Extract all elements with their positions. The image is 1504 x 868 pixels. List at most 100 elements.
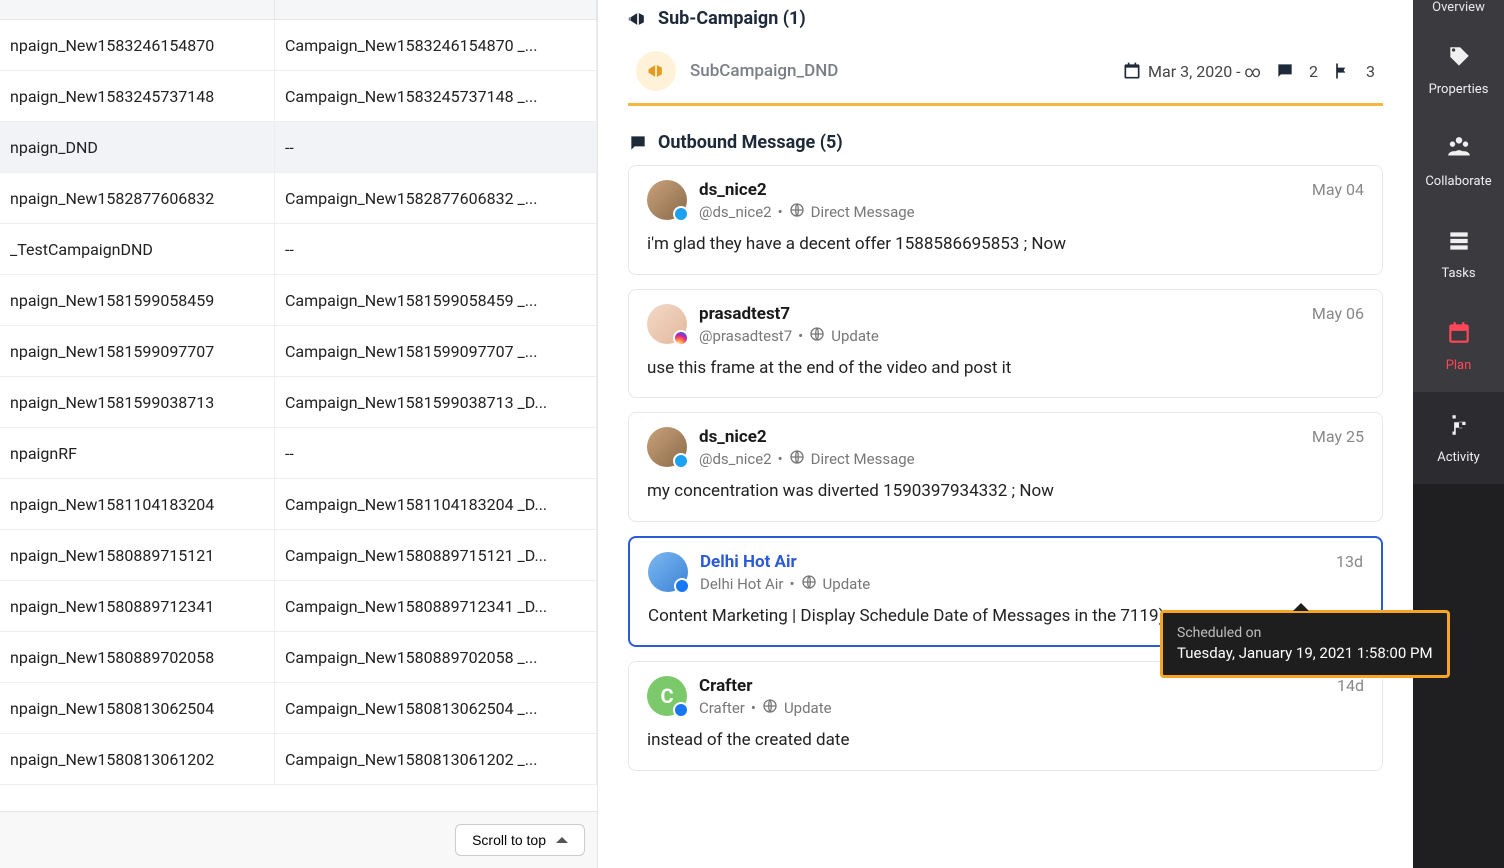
flag-icon: [1332, 61, 1352, 81]
table-row[interactable]: npaign_New1583246154870Campaign_New15832…: [0, 20, 597, 71]
megaphone-icon: [636, 51, 676, 91]
table-row[interactable]: npaign_New1580813061202Campaign_New15808…: [0, 734, 597, 785]
calendar-icon: [1122, 61, 1142, 81]
table-row[interactable]: npaign_New1583245737148Campaign_New15832…: [0, 71, 597, 122]
table-cell: Campaign_New1580889715121 _D...: [275, 530, 597, 580]
table-row[interactable]: npaign_New1580889702058Campaign_New15808…: [0, 632, 597, 683]
sidebar-label: Collaborate: [1425, 174, 1491, 189]
globe-icon: [762, 698, 778, 718]
table-row[interactable]: npaign_New1581599038713Campaign_New15815…: [0, 377, 597, 428]
avatar: C: [647, 676, 687, 716]
globe-icon: [809, 326, 825, 346]
table-cell: Campaign_New1581599097707 _...: [275, 326, 597, 376]
subcampaign-stats: 2 3: [1275, 61, 1375, 81]
table-cell: Campaign_New1581599038713 _D...: [275, 377, 597, 427]
table-header-col1[interactable]: [0, 0, 275, 19]
message-card[interactable]: prasadtest7@prasadtest7 • UpdateMay 06us…: [628, 289, 1383, 399]
message-meta: Crafter • Update: [699, 698, 1325, 718]
globe-icon: [789, 202, 805, 222]
table-cell: Campaign_New1581599058459 _...: [275, 275, 597, 325]
message-card[interactable]: ds_nice2@ds_nice2 • Direct Message May 04…: [628, 165, 1383, 275]
message-username: Crafter: [699, 676, 1325, 696]
message-meta: @ds_nice2 • Direct Message: [699, 449, 1300, 469]
message-handle: @ds_nice2: [699, 450, 772, 468]
facebook-icon: [674, 578, 690, 594]
table-header-row: [0, 0, 597, 20]
message-meta: Delhi Hot Air • Update: [700, 574, 1324, 594]
table-row[interactable]: npaignRF--: [0, 428, 597, 479]
schedule-tooltip: Scheduled on Tuesday, January 19, 2021 1…: [1160, 610, 1450, 678]
subcampaign-section-title: Sub-Campaign (1): [658, 8, 806, 29]
sidebar-item-collaborate[interactable]: Collaborate: [1413, 116, 1504, 208]
tooltip-label: Scheduled on: [1177, 623, 1433, 643]
table-cell: Campaign_New1582877606832 _...: [275, 173, 597, 223]
message-body: my concentration was diverted 1590397934…: [647, 479, 1364, 505]
table-cell: npaign_New1580889702058: [0, 632, 275, 682]
table-cell: Campaign_New1580889702058 _...: [275, 632, 597, 682]
message-body: i'm glad they have a decent offer 158858…: [647, 232, 1364, 258]
scroll-to-top-button[interactable]: Scroll to top: [455, 824, 585, 856]
sidebar-item-tasks[interactable]: Tasks: [1413, 208, 1504, 300]
table-row[interactable]: npaign_New1580889712341Campaign_New15808…: [0, 581, 597, 632]
table-row[interactable]: npaign_New1580813062504Campaign_New15808…: [0, 683, 597, 734]
table-cell: npaign_New1582877606832: [0, 173, 275, 223]
message-meta: @prasadtest7 • Update: [699, 326, 1300, 346]
table-row[interactable]: npaign_DND--: [0, 122, 597, 173]
sidebar-item-overview[interactable]: Overview: [1413, 0, 1504, 24]
table-row[interactable]: npaign_New1582877606832Campaign_New15828…: [0, 173, 597, 224]
speech-bubble-icon: [628, 133, 648, 153]
message-channel: Update: [784, 699, 832, 717]
table-cell: npaign_New1580813062504: [0, 683, 275, 733]
sidebar-label: Tasks: [1441, 266, 1475, 281]
sidebar-item-properties[interactable]: Properties: [1413, 24, 1504, 116]
table-cell: npaign_New1581599038713: [0, 377, 275, 427]
table-cell: Campaign_New1580813062504 _...: [275, 683, 597, 733]
subcampaign-date-text: Mar 3, 2020 - ∞: [1148, 62, 1261, 81]
table-cell: npaign_New1581599058459: [0, 275, 275, 325]
table-cell: Campaign_New1583245737148 _...: [275, 71, 597, 121]
campaign-table: npaign_New1583246154870Campaign_New15832…: [0, 0, 598, 868]
message-username[interactable]: Delhi Hot Air: [700, 552, 1324, 572]
right-sidebar: Overview Properties Collaborate Tasks Pl…: [1413, 0, 1504, 868]
table-cell: npaignRF: [0, 428, 275, 478]
scroll-to-top-label: Scroll to top: [472, 832, 546, 848]
message-handle: Crafter: [699, 699, 745, 717]
message-handle: @ds_nice2: [699, 203, 772, 221]
message-icon: [1275, 61, 1295, 81]
table-header-col2[interactable]: [275, 0, 597, 19]
message-username: prasadtest7: [699, 304, 1300, 324]
message-date: 14d: [1337, 676, 1364, 695]
globe-icon: [789, 449, 805, 469]
table-cell: npaign_New1580889715121: [0, 530, 275, 580]
table-row[interactable]: npaign_New1581104183204Campaign_New15811…: [0, 479, 597, 530]
megaphone-icon: [628, 9, 648, 29]
message-date: May 04: [1312, 180, 1364, 199]
message-card[interactable]: ds_nice2@ds_nice2 • Direct MessageMay 25…: [628, 412, 1383, 522]
message-channel: Direct Message: [811, 203, 915, 221]
message-date: 13d: [1336, 552, 1363, 571]
twitter-icon: [673, 206, 689, 222]
message-body: instead of the created date: [647, 728, 1364, 754]
subcampaign-card[interactable]: SubCampaign_DND Mar 3, 2020 - ∞ 2 3: [628, 41, 1383, 106]
tooltip-value: Tuesday, January 19, 2021 1:58:00 PM: [1177, 643, 1433, 665]
table-cell: npaign_New1580889712341: [0, 581, 275, 631]
table-row[interactable]: npaign_New1581599097707Campaign_New15815…: [0, 326, 597, 377]
table-row[interactable]: _TestCampaignDND--: [0, 224, 597, 275]
subcampaign-flag-count: 3: [1366, 62, 1375, 81]
subcampaign-name: SubCampaign_DND: [690, 61, 1108, 81]
calendar-icon: [1446, 320, 1472, 350]
tag-icon: [1446, 44, 1472, 74]
sidebar-item-plan[interactable]: Plan: [1413, 300, 1504, 392]
caret-up-icon: [556, 837, 568, 843]
message-channel: Update: [831, 327, 879, 345]
sidebar-label: Plan: [1446, 358, 1472, 373]
table-footer: Scroll to top: [0, 811, 597, 868]
table-row[interactable]: npaign_New1580889715121Campaign_New15808…: [0, 530, 597, 581]
avatar: [647, 427, 687, 467]
table-cell: npaign_New1581104183204: [0, 479, 275, 529]
table-cell: --: [275, 428, 597, 478]
message-username: ds_nice2: [699, 180, 1300, 200]
message-meta: @ds_nice2 • Direct Message: [699, 202, 1300, 222]
sidebar-item-activity[interactable]: Activity: [1413, 392, 1504, 484]
table-row[interactable]: npaign_New1581599058459Campaign_New15815…: [0, 275, 597, 326]
